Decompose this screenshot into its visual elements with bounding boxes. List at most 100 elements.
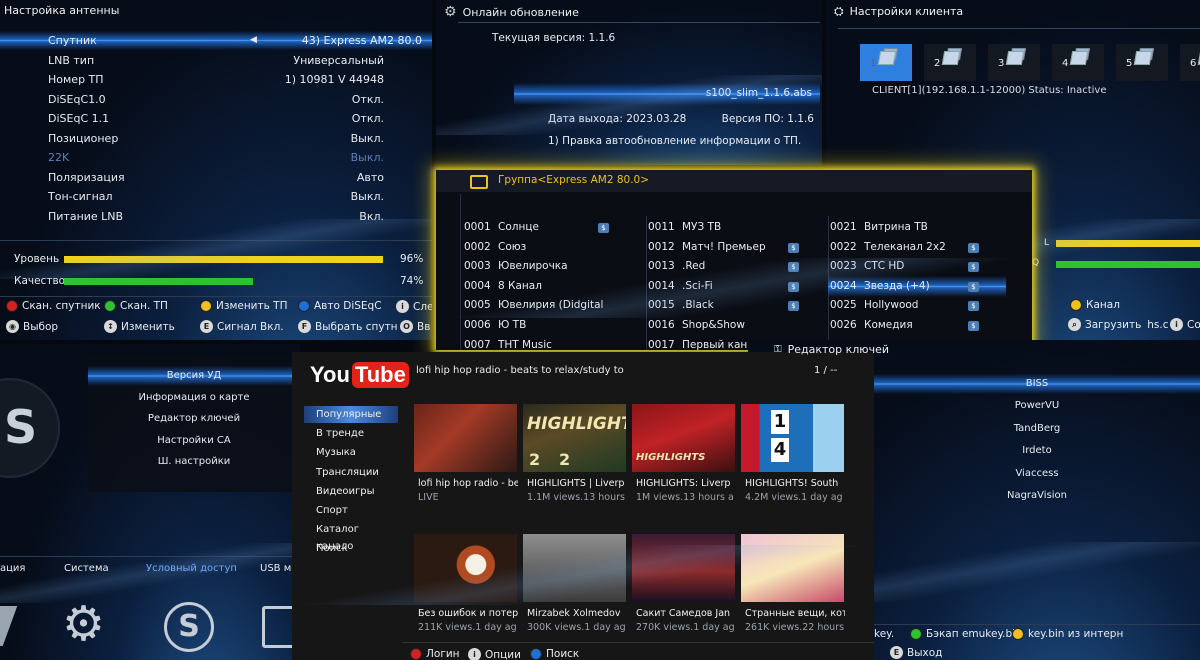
channel-item[interactable]: 0016 Shop&Show xyxy=(648,316,745,336)
key-type-item[interactable]: NagraVision xyxy=(874,486,1200,506)
hint-signal-on[interactable]: E Сигнал Вкл. xyxy=(200,320,284,333)
channel-item[interactable]: 0014 .Sci-Fi xyxy=(648,277,713,297)
ca-menu-item[interactable]: Версия УД xyxy=(88,366,300,386)
hint-keybin-internet[interactable]: key.bin из интерн xyxy=(1012,628,1123,640)
hint-search[interactable]: Поиск xyxy=(530,648,579,660)
hint-backup-emukey[interactable]: Бэкап emukey.bin xyxy=(910,628,1022,640)
youtube-nav-item[interactable]: Каталог канало xyxy=(304,521,398,552)
youtube-nav-item[interactable]: Видеоигры xyxy=(304,483,398,500)
channel-item[interactable]: 0022 Телеканал 2х2 xyxy=(830,238,946,258)
antenna-row[interactable]: Поляризация Авто xyxy=(0,168,432,187)
channel-item[interactable]: 0001 Солнце xyxy=(464,218,539,238)
channel-item[interactable]: 0015 .Black xyxy=(648,296,714,316)
video-thumbnail[interactable] xyxy=(523,534,626,602)
ca-tab[interactable]: Система xyxy=(64,563,109,574)
video-title[interactable]: Mirzabek Xolmedov xyxy=(527,608,627,619)
antenna-row[interactable]: DiSEqC1.0 Откл. xyxy=(0,90,432,109)
video-thumbnail[interactable] xyxy=(632,534,735,602)
video-title[interactable]: Странные вещи, кот xyxy=(745,608,845,619)
video-thumbnail[interactable] xyxy=(414,404,517,472)
channel-item[interactable]: 0012 Матч! Премьер xyxy=(648,238,766,258)
youtube-nav-item[interactable]: Спорт xyxy=(304,502,398,519)
video-thumbnail[interactable]: HIGHLIGHTS xyxy=(632,404,735,472)
hint-auto-diseqc[interactable]: Авто DiSEqC xyxy=(298,300,382,312)
video-thumbnail[interactable] xyxy=(414,534,517,602)
ca-menu-item[interactable]: Редактор ключей xyxy=(88,409,300,429)
youtube-nav-item[interactable]: Поиск xyxy=(304,540,398,557)
hint-co[interactable]: i Co xyxy=(1170,318,1200,331)
channel-number: 0012 xyxy=(648,240,675,253)
video-title[interactable]: Без ошибок и потер xyxy=(418,608,518,619)
key-type-item[interactable]: TandBerg xyxy=(874,419,1200,439)
youtube-nav-item[interactable]: В тренде xyxy=(304,425,398,442)
client-tile[interactable]: 4 xyxy=(1052,44,1104,81)
ca-tab[interactable]: USB м xyxy=(260,563,291,574)
antenna-row[interactable]: Номер ТП 1) 10981 V 44948 xyxy=(0,70,432,89)
ca-menu-item[interactable]: Ш. настройки xyxy=(88,452,300,472)
youtube-nav-item[interactable]: Трансляции xyxy=(304,464,398,481)
hint-channel[interactable]: Канал xyxy=(1070,299,1120,311)
ca-tab[interactable]: ация xyxy=(0,563,25,574)
youtube-nav-item[interactable]: Популярные xyxy=(304,406,398,423)
hint-login[interactable]: Логин xyxy=(410,648,460,660)
antenna-row[interactable]: DiSEqC 1.1 Откл. xyxy=(0,109,432,128)
client-tile[interactable]: 2 xyxy=(924,44,976,81)
channel-item[interactable]: 0021 Витрина ТВ xyxy=(830,218,928,238)
hint-scan-tp[interactable]: Скан. ТП xyxy=(104,300,168,312)
hint-load[interactable]: ⌕ Загрузить hs.c xyxy=(1068,318,1169,331)
hint-scan-satellite[interactable]: Скан. спутник xyxy=(6,300,101,312)
left-arrow-icon[interactable]: ◀ xyxy=(250,31,257,50)
ca-tab[interactable]: Условный доступ xyxy=(146,563,237,574)
update-file-row[interactable]: s100_slim_1.1.6.abs xyxy=(514,83,820,105)
antenna-row[interactable]: Тон-сигнал Выкл. xyxy=(0,187,432,206)
video-title[interactable]: HIGHLIGHTS | Liverp xyxy=(527,478,627,489)
video-title[interactable]: HIGHLIGHTS! South xyxy=(745,478,845,489)
antenna-row[interactable]: Позиционер Выкл. xyxy=(0,129,432,148)
client-tile[interactable]: 5 xyxy=(1116,44,1168,81)
antenna-row[interactable]: 22K Выкл. xyxy=(0,148,432,167)
hint-choose-satellite[interactable]: F Выбрать спутн xyxy=(298,320,398,333)
key-type-item[interactable]: Viaccess xyxy=(874,464,1200,484)
channel-item[interactable]: 0025 Hollywood xyxy=(830,296,918,316)
key-type-item[interactable]: PowerVU xyxy=(874,396,1200,416)
video-title[interactable]: Сакит Самедов Jan xyxy=(636,608,736,619)
hint-select[interactable]: ◉ Выбор xyxy=(6,320,58,333)
hint-key[interactable]: key. xyxy=(874,628,894,640)
hint-exit[interactable]: E Выход xyxy=(890,646,942,659)
ca-menu-item[interactable]: Настройки СА xyxy=(88,431,300,451)
channel-item[interactable]: 0003 Ювелирочка xyxy=(464,257,568,277)
channel-item[interactable]: 0023 СТС HD xyxy=(830,257,904,277)
key-type-item[interactable]: BISS xyxy=(874,374,1200,394)
client-tile[interactable]: 3 xyxy=(988,44,1040,81)
key-type-item[interactable]: Irdeto xyxy=(874,441,1200,461)
hint-edit-tp[interactable]: Изменить ТП xyxy=(200,300,287,312)
channel-item[interactable]: 0013 .Red xyxy=(648,257,705,277)
antenna-row[interactable]: Питание LNB Вкл. xyxy=(0,207,432,226)
antenna-row[interactable]: LNB тип Универсальный xyxy=(0,51,432,70)
conditional-access-icon[interactable]: S xyxy=(164,602,214,652)
channel-item[interactable]: 0004 8 Канал xyxy=(464,277,542,297)
channel-item[interactable]: 0024 Звезда (+4) xyxy=(830,277,930,297)
channel-item[interactable]: 0005 Ювелирия (Didgital xyxy=(464,296,603,316)
video-thumbnail[interactable]: HIGHLIGHTS 22 xyxy=(523,404,626,472)
channel-item[interactable]: 0007 ТНТ Music xyxy=(464,336,552,350)
hint-next[interactable]: i Сле xyxy=(396,300,432,313)
channel-item[interactable]: 0017 Первый кан xyxy=(648,336,747,350)
hint-options[interactable]: i Опции xyxy=(468,648,521,660)
video-thumbnail[interactable]: 14 xyxy=(741,404,844,472)
channel-item[interactable]: 0011 МУЗ ТВ xyxy=(648,218,721,238)
hint-change[interactable]: ↕ Изменить xyxy=(104,320,175,333)
video-title[interactable]: lofi hip hop radio - be xyxy=(418,478,518,489)
hint-input[interactable]: O Вв xyxy=(400,320,430,333)
video-title[interactable]: HIGHLIGHTS: Liverp xyxy=(636,478,736,489)
ca-menu-item[interactable]: Информация о карте xyxy=(88,388,300,408)
video-thumbnail[interactable] xyxy=(741,534,844,602)
client-tile-number: 1 xyxy=(870,58,877,69)
youtube-nav-item[interactable]: Музыка xyxy=(304,444,398,461)
channel-item[interactable]: 0006 Ю ТВ xyxy=(464,316,526,336)
antenna-row[interactable]: Спутник 43) Express AM2 80.0 ◀ xyxy=(0,31,432,50)
client-tile[interactable]: 6 xyxy=(1180,44,1200,81)
channel-item[interactable]: 0002 Союз xyxy=(464,238,526,258)
client-tile[interactable]: 1 xyxy=(860,44,912,81)
channel-item[interactable]: 0026 Комедия xyxy=(830,316,913,336)
